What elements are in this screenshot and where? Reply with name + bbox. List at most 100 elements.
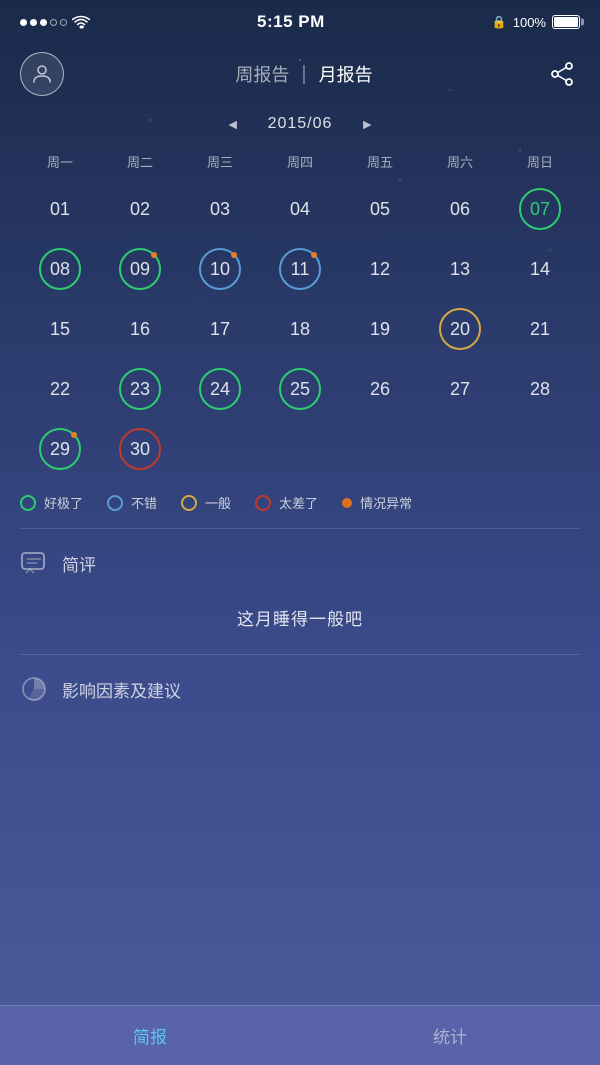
weekday-wed: 周三 bbox=[180, 148, 260, 175]
nav-divider: | bbox=[301, 63, 306, 86]
comment-icon bbox=[20, 549, 48, 577]
cal-day-16[interactable]: 16 bbox=[100, 301, 180, 357]
tab-bar: 简报 统计 bbox=[0, 1005, 600, 1065]
cal-empty-3 bbox=[340, 421, 420, 477]
month-nav: ◄ 2015/06 ► bbox=[0, 108, 600, 148]
weekday-fri: 周五 bbox=[340, 148, 420, 175]
dot-3 bbox=[40, 19, 47, 26]
legend-good-label: 不错 bbox=[131, 493, 157, 512]
month-label: 2015/06 bbox=[268, 115, 333, 133]
cal-day-19[interactable]: 19 bbox=[340, 301, 420, 357]
legend: 好极了 不错 一般 太差了 情况异常 bbox=[0, 477, 600, 520]
divider-1 bbox=[20, 528, 580, 529]
battery-fill bbox=[554, 17, 578, 27]
cal-day-25[interactable]: 25 bbox=[260, 361, 340, 417]
prev-month-button[interactable]: ◄ bbox=[218, 112, 248, 136]
wifi-icon bbox=[72, 15, 90, 29]
cal-day-12[interactable]: 12 bbox=[340, 241, 420, 297]
status-time: 5:15 PM bbox=[257, 12, 325, 32]
cal-day-26[interactable]: 26 bbox=[340, 361, 420, 417]
pie-chart-icon bbox=[20, 675, 48, 703]
cal-day-27[interactable]: 27 bbox=[420, 361, 500, 417]
legend-bad-circle bbox=[255, 495, 271, 511]
tab-brief[interactable]: 简报 bbox=[0, 1006, 300, 1065]
tab-stats[interactable]: 统计 bbox=[300, 1006, 600, 1065]
dot-2 bbox=[30, 19, 37, 26]
legend-great-circle bbox=[20, 495, 36, 511]
cal-day-03[interactable]: 03 bbox=[180, 181, 260, 237]
comment-block: 这月睡得一般吧 bbox=[0, 589, 600, 646]
legend-abnormal-label: 情况异常 bbox=[360, 493, 412, 512]
week-report-tab[interactable]: 周报告 bbox=[235, 61, 289, 87]
status-bar: 5:15 PM 🔒 100% bbox=[0, 0, 600, 44]
cal-day-11[interactable]: 11 bbox=[260, 241, 340, 297]
cal-day-08[interactable]: 08 bbox=[20, 241, 100, 297]
legend-great: 好极了 bbox=[20, 493, 83, 512]
weekday-thu: 周四 bbox=[260, 148, 340, 175]
legend-ok-label: 一般 bbox=[205, 493, 231, 512]
month-report-tab[interactable]: 月报告 bbox=[319, 61, 373, 87]
status-right: 🔒 100% bbox=[492, 15, 580, 30]
cal-empty-4 bbox=[420, 421, 500, 477]
cal-day-13[interactable]: 13 bbox=[420, 241, 500, 297]
cal-day-23[interactable]: 23 bbox=[100, 361, 180, 417]
cal-day-10[interactable]: 10 bbox=[180, 241, 260, 297]
weekday-sun: 周日 bbox=[500, 148, 580, 175]
share-icon bbox=[549, 61, 575, 87]
avatar[interactable] bbox=[20, 52, 64, 96]
cal-day-20[interactable]: 20 bbox=[420, 301, 500, 357]
cal-day-05[interactable]: 05 bbox=[340, 181, 420, 237]
signal-dots bbox=[20, 19, 67, 26]
cal-empty-2 bbox=[260, 421, 340, 477]
cal-day-30[interactable]: 30 bbox=[100, 421, 180, 477]
cal-day-18[interactable]: 18 bbox=[260, 301, 340, 357]
cal-day-09[interactable]: 09 bbox=[100, 241, 180, 297]
comment-section-header: 简评 bbox=[0, 537, 600, 589]
cal-day-14[interactable]: 14 bbox=[500, 241, 580, 297]
dot-1 bbox=[20, 19, 27, 26]
legend-good-circle bbox=[107, 495, 123, 511]
cal-empty-1 bbox=[180, 421, 260, 477]
cal-day-17[interactable]: 17 bbox=[180, 301, 260, 357]
cal-day-15[interactable]: 15 bbox=[20, 301, 100, 357]
influence-section-header[interactable]: 影响因素及建议 bbox=[0, 663, 600, 715]
lock-icon: 🔒 bbox=[492, 15, 507, 29]
report-nav: 周报告 | 月报告 bbox=[235, 61, 372, 87]
cal-day-29[interactable]: 29 bbox=[20, 421, 100, 477]
legend-ok-circle bbox=[181, 495, 197, 511]
cal-day-07[interactable]: 07 bbox=[500, 181, 580, 237]
weekday-sat: 周六 bbox=[420, 148, 500, 175]
legend-abnormal: 情况异常 bbox=[342, 493, 412, 512]
tab-brief-label: 简报 bbox=[133, 1023, 167, 1048]
calendar: 周一 周二 周三 周四 周五 周六 周日 01 02 03 04 05 06 0… bbox=[0, 148, 600, 477]
cal-day-01[interactable]: 01 bbox=[20, 181, 100, 237]
dot-4 bbox=[50, 19, 57, 26]
comment-title: 简评 bbox=[62, 551, 96, 576]
divider-2 bbox=[20, 654, 580, 655]
cal-day-28[interactable]: 28 bbox=[500, 361, 580, 417]
legend-bad: 太差了 bbox=[255, 493, 318, 512]
cal-day-02[interactable]: 02 bbox=[100, 181, 180, 237]
week-header: 周一 周二 周三 周四 周五 周六 周日 bbox=[20, 148, 580, 175]
cal-day-22[interactable]: 22 bbox=[20, 361, 100, 417]
weekday-tue: 周二 bbox=[100, 148, 180, 175]
legend-abnormal-dot bbox=[342, 498, 352, 508]
legend-bad-label: 太差了 bbox=[279, 493, 318, 512]
cal-day-21[interactable]: 21 bbox=[500, 301, 580, 357]
share-button[interactable] bbox=[544, 56, 580, 92]
cal-day-06[interactable]: 06 bbox=[420, 181, 500, 237]
next-month-button[interactable]: ► bbox=[352, 112, 382, 136]
status-left bbox=[20, 15, 90, 29]
calendar-grid: 01 02 03 04 05 06 07 08 09 10 11 12 13 1… bbox=[20, 181, 580, 477]
cal-day-04[interactable]: 04 bbox=[260, 181, 340, 237]
cal-day-24[interactable]: 24 bbox=[180, 361, 260, 417]
cal-empty-5 bbox=[500, 421, 580, 477]
avatar-icon bbox=[30, 62, 54, 86]
legend-ok: 一般 bbox=[181, 493, 231, 512]
legend-great-label: 好极了 bbox=[44, 493, 83, 512]
comment-text: 这月睡得一般吧 bbox=[20, 605, 580, 630]
weekday-mon: 周一 bbox=[20, 148, 100, 175]
battery-percentage: 100% bbox=[513, 15, 546, 30]
legend-good: 不错 bbox=[107, 493, 157, 512]
dot-5 bbox=[60, 19, 67, 26]
